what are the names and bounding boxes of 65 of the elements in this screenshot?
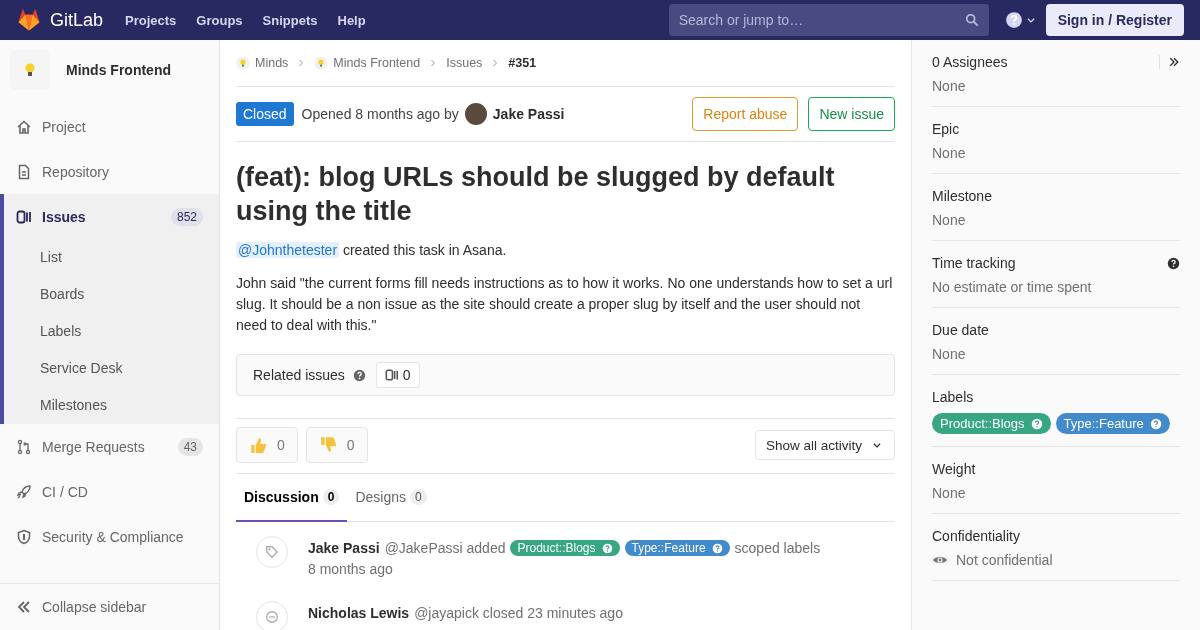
sidebar-subitem[interactable]: List xyxy=(4,239,219,276)
new-issue-button[interactable]: New issue xyxy=(808,97,895,131)
nav-link[interactable]: Help xyxy=(337,12,366,28)
note-text: scoped labels xyxy=(734,540,821,556)
author-link[interactable]: Jake Passi xyxy=(464,103,565,125)
sidebar-subitem[interactable]: Service Desk xyxy=(4,350,219,387)
block-title: 0 Assignees xyxy=(932,54,1009,70)
block-title: Epic xyxy=(932,121,961,137)
scoped-label[interactable]: Type::Feature xyxy=(624,540,730,556)
author-link[interactable]: Nicholas Lewis xyxy=(308,605,410,621)
count-badge: 43 xyxy=(177,437,203,456)
status-badge: Closed xyxy=(236,102,294,126)
sidebar-item[interactable]: Project xyxy=(0,104,219,149)
nav-link[interactable]: Groups xyxy=(196,12,243,28)
sign-in-button[interactable]: Sign in / Register xyxy=(1045,4,1184,36)
sidebar-item[interactable]: Merge Requests 43 xyxy=(0,424,219,469)
block-value: None xyxy=(932,485,967,501)
thumbs-down-button[interactable]: 0 xyxy=(305,427,368,463)
description-text: @Johnthetester created this task in Asana. xyxy=(236,241,508,260)
tab[interactable]: Discussion 0 xyxy=(236,474,348,522)
sidebar-subitem[interactable]: Milestones xyxy=(4,387,219,424)
breadcrumb-link[interactable]: Minds Frontend xyxy=(314,56,421,70)
count-badge: 0 xyxy=(410,489,427,505)
block-title: Weight xyxy=(932,461,977,477)
block-title: Due date xyxy=(932,322,990,338)
block-value: None xyxy=(932,78,967,94)
breadcrumb-link[interactable]: Minds xyxy=(236,56,289,70)
breadcrumb-link[interactable]: Issues xyxy=(446,56,483,70)
project-name[interactable]: Minds Frontend xyxy=(66,62,171,78)
issue-count: 0 xyxy=(402,367,411,383)
opened-text: Opened 8 months ago by xyxy=(301,106,459,122)
count-badge: 852 xyxy=(170,207,203,226)
breadcrumb-link[interactable]: #351 xyxy=(508,56,537,70)
user-mention-link[interactable]: @Johnthetester xyxy=(236,242,340,258)
issue-title: (feat): blog URLs should be slugged by default using the title xyxy=(236,161,836,228)
block-value: None xyxy=(932,346,967,362)
note-text: @JakePassi added xyxy=(384,540,506,556)
sidebar-subitem[interactable]: Boards xyxy=(4,276,219,313)
block-value: None xyxy=(932,145,967,161)
note-text: @jayapick closed 23 minutes ago xyxy=(414,605,623,621)
activity-filter-dropdown[interactable]: Show all activity xyxy=(754,430,895,460)
block-value: None xyxy=(932,212,967,228)
block-title: Milestone xyxy=(932,188,993,204)
block-value: No estimate or time spent xyxy=(932,279,1093,295)
tab[interactable]: Designs 0 xyxy=(347,474,435,522)
sidebar-item[interactable]: Issues 852 xyxy=(4,194,219,239)
timestamp: 8 months ago xyxy=(308,561,394,577)
related-issues-label: Related issues xyxy=(253,367,345,383)
brand-name[interactable]: GitLab xyxy=(50,9,104,31)
thumbs-up-button[interactable]: 0 xyxy=(236,427,298,463)
count-badge: 0 xyxy=(322,489,340,505)
nav-link[interactable]: Projects xyxy=(125,12,177,28)
scoped-label[interactable]: Type::Feature xyxy=(1055,413,1170,434)
sidebar-item[interactable]: CI / CD xyxy=(0,469,219,514)
sidebar-subitem[interactable]: Labels xyxy=(4,313,219,350)
block-title: Time tracking xyxy=(932,255,1017,271)
nav-link[interactable]: Snippets xyxy=(262,12,318,28)
block-title: Confidentiality xyxy=(932,528,1021,544)
search-field[interactable]: Search or jump to… xyxy=(668,4,989,36)
description-paragraph: John said "the current forms fill needs instructions as to how it works. No one understands how to set a url slug. It should be a non issue as the site should create a proper slug by itself and the user should not need to deal with this." xyxy=(236,274,894,335)
block-title: Labels xyxy=(932,389,975,405)
sidebar-item[interactable]: Repository xyxy=(0,149,219,194)
block-value: Not confidential xyxy=(956,552,1053,568)
sidebar-item[interactable]: Security & Compliance xyxy=(0,514,219,559)
author-link[interactable]: Jake Passi xyxy=(308,540,380,556)
